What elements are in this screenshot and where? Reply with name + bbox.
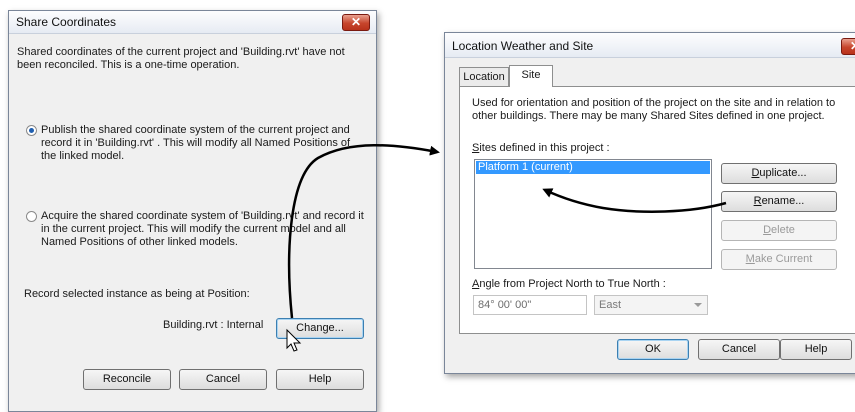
location-dialog-close-button[interactable]: ✕ [841,38,855,55]
duplicate-button[interactable]: Duplicate... [721,163,837,184]
share-dialog-title: Share Coordinates [16,15,117,29]
record-position-label: Record selected instance as being at Pos… [24,288,250,300]
location-dialog-titlebar: Location Weather and Site ✕ [445,33,855,58]
sites-list-label: Sites defined in this project : [472,142,610,154]
location-weather-site-dialog: Location Weather and Site ✕ Location Sit… [444,32,855,374]
acquire-option-label[interactable]: Acquire the shared coordinate system of … [41,210,367,249]
share-help-button[interactable]: Help [276,369,364,390]
reconcile-button[interactable]: Reconcile [83,369,171,390]
make-current-button[interactable]: Make Current [721,249,837,270]
position-value: Building.rvt : Internal [163,319,264,331]
change-button[interactable]: Change... [276,318,364,339]
tab-location[interactable]: Location [459,67,509,87]
location-dialog-title: Location Weather and Site [452,39,594,53]
sites-listbox[interactable]: Platform 1 (current) [474,159,712,269]
publish-option-label[interactable]: Publish the shared coordinate system of … [41,124,367,163]
site-list-item[interactable]: Platform 1 (current) [476,161,710,174]
share-cancel-button[interactable]: Cancel [179,369,267,390]
rename-button[interactable]: Rename... [721,191,837,212]
chevron-down-icon [694,303,702,307]
share-dialog-titlebar: Share Coordinates ✕ [9,11,376,34]
direction-value: East [599,299,622,311]
tab-site[interactable]: Site [509,65,553,87]
site-tab-panel: Used for orientation and position of the… [459,86,855,334]
delete-button[interactable]: Delete [721,220,837,241]
share-dialog-intro: Shared coordinates of the current projec… [17,46,345,71]
share-dialog-close-button[interactable]: ✕ [342,14,370,31]
location-cancel-button[interactable]: Cancel [698,339,780,360]
publish-radio[interactable] [26,125,37,136]
direction-dropdown[interactable]: East [594,295,708,315]
acquire-radio[interactable] [26,211,37,222]
share-coordinates-dialog: Share Coordinates ✕ Shared coordinates o… [8,10,377,412]
angle-input[interactable]: 84° 00' 00" [473,295,587,315]
angle-label: Angle from Project North to True North : [472,278,666,290]
location-help-button[interactable]: Help [780,339,852,360]
ok-button[interactable]: OK [617,339,689,360]
site-description: Used for orientation and position of the… [472,97,836,122]
